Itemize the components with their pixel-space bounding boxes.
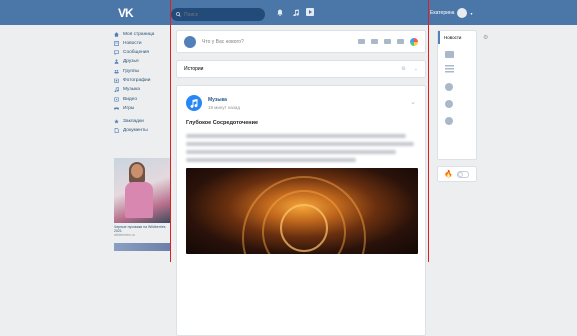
ad-image-2[interactable] (114, 243, 170, 251)
search-box[interactable] (171, 8, 265, 21)
video-icon[interactable] (371, 39, 378, 44)
bell-icon[interactable] (277, 9, 283, 16)
star-icon (114, 119, 119, 124)
sidebar-item-label: Видео (123, 96, 138, 102)
fire-icon: 🔥 (444, 171, 453, 178)
groups-icon (114, 69, 119, 74)
user-menu[interactable]: Екатерина ▾ (430, 8, 472, 18)
sidebar-ad[interactable]: Черные пуховики на Wildberries 2021 wild… (114, 158, 170, 251)
sidebar-item-photos[interactable]: Фотографии (114, 76, 170, 84)
filter-item-icon[interactable] (445, 83, 453, 91)
stories-block[interactable]: Истории ⚙ ⌄ (176, 60, 426, 78)
sidebar-item-label: Друзья (123, 59, 139, 65)
sidebar-item-label: Документы (123, 128, 148, 134)
play-icon[interactable] (306, 8, 314, 16)
sidebar-item-label: Сообщения (123, 50, 150, 56)
interesting-toggle[interactable]: 🔥 (437, 166, 477, 182)
friends-icon (114, 59, 119, 65)
sidebar-item-label: Закладки (123, 119, 144, 125)
stories-label: Истории (184, 66, 204, 72)
search-input[interactable] (181, 11, 254, 18)
message-icon (114, 50, 119, 56)
sidebar-item-groups[interactable]: Группы (114, 67, 170, 75)
more-icon[interactable] (410, 37, 418, 46)
guide-line-left (170, 0, 171, 262)
video-icon (114, 97, 120, 102)
camera-icon[interactable] (445, 51, 454, 58)
chevron-down-icon[interactable]: ⌄ (414, 66, 418, 72)
post-author-avatar[interactable] (186, 95, 202, 111)
sidebar-item-my-page[interactable]: Моя страница (114, 30, 170, 38)
post-author[interactable]: Музыка (208, 97, 240, 103)
sidebar-item-messages[interactable]: Сообщения (114, 49, 170, 57)
avatar (457, 8, 468, 18)
camera-icon[interactable] (358, 39, 365, 44)
guide-line-right (428, 0, 429, 262)
ad-image[interactable] (114, 158, 170, 223)
avatar (184, 35, 196, 48)
tab-news[interactable]: Новости (438, 31, 476, 44)
news-feed: Что у Вас нового? Истории ⚙ ⌄ Музыка 19 … (176, 30, 426, 336)
music-icon (114, 87, 119, 93)
sidebar-item-label: Группы (123, 68, 139, 74)
ad-domain: wildberries.ru (114, 233, 135, 237)
top-bar: VK Екатерина ▾ (0, 0, 577, 25)
filter-item-icon[interactable] (445, 100, 453, 108)
feed-filters: Новости (437, 30, 477, 160)
music-icon[interactable] (384, 39, 391, 44)
chevron-down-icon[interactable]: ⌄ (410, 98, 416, 106)
user-name: Екатерина (430, 10, 455, 16)
gear-icon[interactable]: ⚙ (483, 34, 488, 41)
sidebar-item-documents[interactable]: Документы (114, 127, 170, 135)
photo-icon (114, 78, 120, 83)
post-composer[interactable]: Что у Вас нового? (176, 30, 426, 53)
music-note-icon (190, 98, 198, 108)
sidebar-item-news[interactable]: Новости (113, 39, 170, 47)
post-title: Глубокое Сосредоточение (186, 120, 259, 126)
ad-title[interactable]: Черные пуховики на Wildberries 2021 (114, 225, 170, 233)
sidebar-item-label: Музыка (123, 87, 140, 93)
sidebar-item-video[interactable]: Видео (114, 95, 170, 103)
post-text-blurred (186, 134, 416, 162)
post-header: Музыка 19 минут назад (186, 95, 416, 111)
film-icon[interactable] (445, 65, 454, 74)
sidebar-item-music[interactable]: Музыка (114, 86, 170, 94)
news-icon (113, 41, 120, 46)
composer-tools (358, 37, 418, 46)
toggle-switch[interactable] (456, 170, 469, 178)
text-icon[interactable] (397, 39, 404, 44)
sidebar-item-label: Новости (123, 40, 142, 46)
post: Музыка 19 минут назад ⌄ Глубокое Сосредо… (176, 85, 426, 336)
music-icon[interactable] (293, 9, 299, 16)
sidebar-item-label: Моя страница (123, 31, 155, 37)
sidebar-item-label: Игры (123, 105, 135, 111)
post-time[interactable]: 19 минут назад (208, 105, 240, 110)
sidebar-item-friends[interactable]: Друзья (114, 58, 170, 66)
vk-logo[interactable]: VK (118, 6, 134, 20)
right-panel: Новости 🔥 (437, 30, 477, 182)
sidebar-item-games[interactable]: Игры (114, 104, 170, 112)
games-icon (114, 106, 119, 111)
post-image[interactable] (186, 168, 418, 254)
chevron-down-icon: ▾ (470, 10, 473, 16)
composer-placeholder[interactable]: Что у Вас нового? (202, 39, 358, 45)
filter-item-icon[interactable] (445, 117, 453, 125)
home-icon (114, 31, 119, 37)
sidebar: Моя страница Новости Сообщения Друзья Гр… (113, 30, 170, 136)
gear-icon[interactable]: ⚙ (401, 66, 405, 72)
sidebar-item-label: Фотографии (123, 77, 151, 83)
docs-icon (114, 128, 119, 134)
sidebar-item-bookmarks[interactable]: Закладки (114, 118, 170, 126)
